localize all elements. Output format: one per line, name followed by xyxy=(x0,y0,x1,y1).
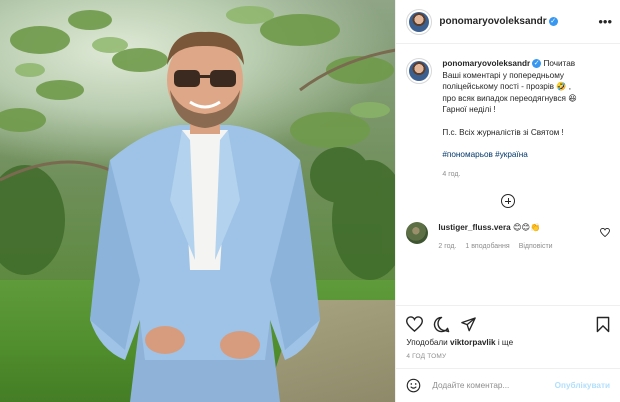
post-side-panel: ponomaryovoleksandr ✓ ••• ponomaryovoleks… xyxy=(395,0,620,402)
comment-text: 😊😊👏 xyxy=(513,223,541,232)
post-timestamp[interactable]: 4 ГОД ТОМУ xyxy=(406,353,610,360)
likes-user[interactable]: viktorpavlik xyxy=(450,338,496,347)
caption-text: Почитав xyxy=(543,59,576,68)
author-username-text[interactable]: ponomaryovoleksandr xyxy=(439,16,546,27)
caption-line: ponomaryovoleksandr ✓ Почитав xyxy=(442,58,576,70)
caption-avatar-image xyxy=(409,61,430,81)
likes-summary: Уподобали viktorpavlik і ще xyxy=(406,338,610,347)
photo-person xyxy=(90,31,320,402)
caption-avatar[interactable] xyxy=(406,58,433,84)
caption-hashtags[interactable]: #пономарьов #україна xyxy=(442,149,576,161)
comment-reply-button[interactable]: Відповісти xyxy=(519,243,553,250)
caption-timestamp[interactable]: 4 год. xyxy=(442,169,576,181)
share-icon[interactable] xyxy=(460,316,477,332)
commenter-username[interactable]: lustiger_fluss.vera xyxy=(438,223,510,232)
caption-line: Ваші коментарі у попередньому xyxy=(442,70,565,80)
comment-meta: 2 год. 1 вподобання Відповісти xyxy=(438,243,600,250)
caption-line: Гарної неділі ! xyxy=(442,105,496,114)
bookmark-icon[interactable] xyxy=(596,316,610,333)
author-username[interactable]: ponomaryovoleksandr ✓ xyxy=(439,16,558,27)
caption-line: поліцейському пості - прозрів 🤣 , xyxy=(442,82,572,91)
comment-text-line: lustiger_fluss.vera 😊😊👏 xyxy=(438,222,600,233)
caption-username[interactable]: ponomaryovoleksandr xyxy=(442,59,530,68)
action-buttons-row xyxy=(406,312,610,336)
comment-likes[interactable]: 1 вподобання xyxy=(465,243,509,250)
add-comment-bar: Опублікувати xyxy=(396,368,620,402)
commenter-avatar[interactable] xyxy=(406,222,429,244)
comment-heart-icon[interactable] xyxy=(600,228,610,237)
post-caption: ponomaryovoleksandr ✓ Почитав Ваші комент… xyxy=(406,58,610,180)
comments-section: ponomaryovoleksandr ✓ Почитав Ваші комент… xyxy=(396,44,620,305)
author-avatar[interactable] xyxy=(406,8,433,35)
comment-timestamp[interactable]: 2 год. xyxy=(438,243,456,250)
author-avatar-image xyxy=(409,11,430,32)
instagram-post-view: ponomaryovoleksandr ✓ ••• ponomaryovoleks… xyxy=(0,0,620,402)
heart-icon[interactable] xyxy=(406,316,424,332)
plus-circle-icon[interactable] xyxy=(501,194,516,208)
caption-body: ponomaryovoleksandr ✓ Почитав Ваші комент… xyxy=(442,58,577,181)
comment-body: lustiger_fluss.vera 😊😊👏 2 год. 1 вподоба… xyxy=(438,222,600,250)
likes-suffix[interactable]: і ще xyxy=(498,338,513,347)
load-more-comments[interactable] xyxy=(406,194,610,208)
likes-prefix: Уподобали xyxy=(406,338,448,347)
post-comment-button[interactable]: Опублікувати xyxy=(555,381,610,390)
post-photo[interactable] xyxy=(0,0,396,402)
caption-line: про всяк випадок переодягнувся 😆 xyxy=(442,93,577,103)
comment-icon[interactable] xyxy=(433,316,450,333)
post-actions: Уподобали viktorpavlik і ще 4 ГОД ТОМУ xyxy=(396,305,620,360)
comment-input[interactable] xyxy=(430,380,555,391)
caption-verified-badge-icon: ✓ xyxy=(532,59,542,68)
emoji-icon[interactable] xyxy=(406,378,421,393)
caption-line: П.с. Всіх журналістів зі Святом ! xyxy=(442,127,564,137)
more-options-icon[interactable]: ••• xyxy=(598,14,612,29)
verified-badge-icon: ✓ xyxy=(548,17,558,26)
post-header: ponomaryovoleksandr ✓ ••• xyxy=(396,0,620,44)
comment-item: lustiger_fluss.vera 😊😊👏 2 год. 1 вподоба… xyxy=(406,222,610,250)
